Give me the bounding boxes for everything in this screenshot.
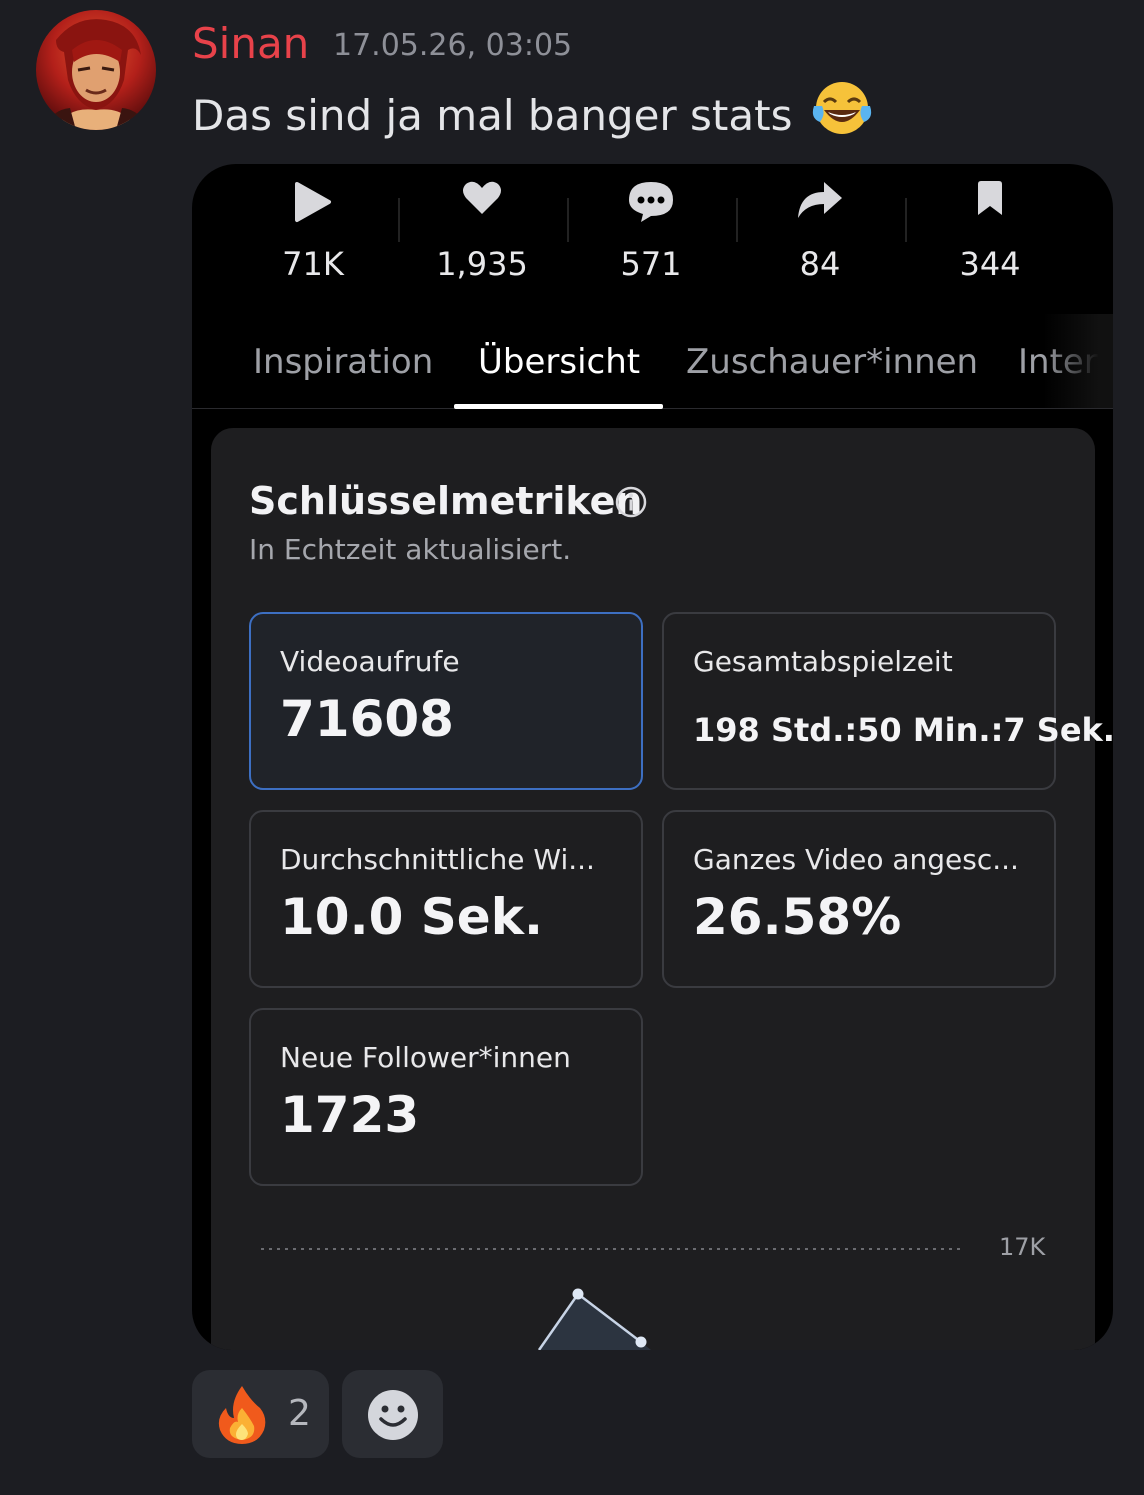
- views-chart: [261, 1248, 961, 1350]
- tab-overview[interactable]: Übersicht: [478, 338, 640, 386]
- card-title: Schlüsselmetriken: [249, 479, 643, 523]
- face-with-tears-of-joy-icon: [812, 80, 872, 149]
- timestamp: 17.05.26, 03:05: [333, 28, 573, 63]
- chart-point[interactable]: [635, 1336, 647, 1348]
- chart-y-tick-label: 17K: [999, 1233, 1046, 1261]
- metric-label: Durchschnittliche Wi...: [280, 843, 595, 876]
- metric-average-watch-time[interactable]: Durchschnittliche Wi... 10.0 Sek.: [249, 810, 643, 988]
- metric-label: Gesamtabspielzeit: [693, 645, 953, 678]
- add-reaction-button[interactable]: [342, 1370, 443, 1458]
- discord-message: Sinan 17.05.26, 03:05 Das sind ja mal ba…: [0, 0, 1144, 1495]
- message-text: Das sind ja mal banger stats: [192, 80, 872, 149]
- metric-value: 1723: [280, 1086, 420, 1144]
- chart-area: [539, 1294, 651, 1350]
- analytics-tabs: Inspiration Übersicht Zuschauer*innen In…: [192, 314, 1113, 409]
- info-icon[interactable]: [615, 486, 647, 522]
- key-metrics-card: Schlüsselmetriken In Echtzeit aktualisie…: [211, 428, 1113, 1350]
- metric-label: Ganzes Video angesc...: [693, 843, 1019, 876]
- smiley-icon: [368, 1390, 418, 1440]
- metric-value: 10.0 Sek.: [280, 888, 543, 946]
- metric-full-video-watched[interactable]: Ganzes Video angesc... 26.58%: [662, 810, 1056, 988]
- username[interactable]: Sinan: [192, 16, 309, 72]
- stat-saves[interactable]: 344: [905, 164, 1075, 284]
- avatar[interactable]: [36, 10, 156, 130]
- stat-saves-value: 344: [959, 245, 1021, 283]
- stat-comments[interactable]: 571: [566, 164, 736, 284]
- metric-total-playtime[interactable]: Gesamtabspielzeit 198 Std.:50 Min.:7 Sek…: [662, 612, 1113, 790]
- metric-label: Neue Follower*innen: [280, 1041, 571, 1074]
- stat-views-value: 71K: [282, 245, 344, 283]
- stat-likes-value: 1,935: [436, 245, 528, 283]
- comment-icon: [629, 182, 673, 222]
- tab-inspiration[interactable]: Inspiration: [253, 338, 433, 386]
- stat-shares[interactable]: 84: [735, 164, 905, 284]
- tab-audience[interactable]: Zuschauer*innen: [686, 338, 978, 386]
- play-icon: [295, 182, 331, 222]
- attached-screenshot[interactable]: 71K 1,935 571 84 344 Inspiration Übersic…: [192, 164, 1113, 1350]
- chart-point[interactable]: [572, 1288, 584, 1300]
- active-tab-indicator: [454, 404, 663, 409]
- fire-icon: [218, 1386, 266, 1444]
- metric-value: 26.58%: [693, 888, 902, 946]
- metric-label: Videoaufrufe: [280, 645, 460, 678]
- stat-likes[interactable]: 1,935: [397, 164, 567, 284]
- metric-value: 71608: [280, 690, 454, 748]
- metric-video-views[interactable]: Videoaufrufe 71608: [249, 612, 643, 790]
- message-body: Das sind ja mal banger stats: [192, 91, 793, 140]
- stat-views[interactable]: 71K: [228, 164, 398, 284]
- stat-shares-value: 84: [799, 245, 841, 283]
- metric-new-followers[interactable]: Neue Follower*innen 1723: [249, 1008, 643, 1186]
- share-icon: [798, 182, 842, 218]
- bookmark-icon: [978, 181, 1002, 215]
- tab-scroll-fade: [1043, 314, 1113, 408]
- metric-value: 198 Std.:50 Min.:7 Sek.: [693, 711, 1113, 749]
- reaction-count: 2: [288, 1393, 311, 1434]
- reaction-fire[interactable]: 2: [192, 1370, 329, 1458]
- stat-comments-value: 571: [620, 245, 682, 283]
- heart-icon: [463, 181, 501, 214]
- card-subtitle: In Echtzeit aktualisiert.: [249, 533, 572, 566]
- video-stats-row: 71K 1,935 571 84 344: [192, 164, 1113, 284]
